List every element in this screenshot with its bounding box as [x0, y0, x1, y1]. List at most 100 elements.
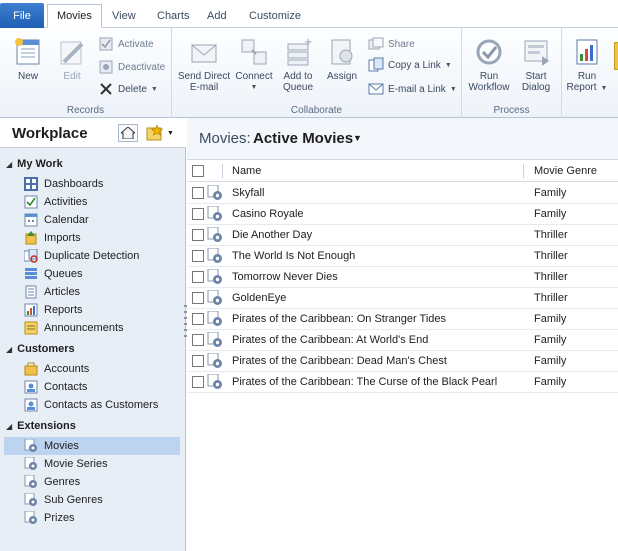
nav-item-contacts[interactable]: Contacts — [4, 378, 180, 396]
nav-item-dashboards[interactable]: Dashboards — [4, 175, 180, 193]
section-customers[interactable]: ◢ Customers — [6, 343, 75, 355]
row-checkbox[interactable] — [192, 292, 204, 304]
table-row[interactable]: Skyfall Family — [187, 183, 618, 204]
nav-item-label: Reports — [44, 304, 83, 316]
table-row[interactable]: Pirates of the Caribbean: Dead Man's Che… — [187, 351, 618, 372]
row-checkbox[interactable] — [192, 376, 204, 388]
cell-name[interactable]: Pirates of the Caribbean: At World's End — [232, 334, 428, 346]
main-content: Movies: Active Movies ▼ Name Movie Genre… — [187, 118, 618, 551]
email-a-link-button[interactable]: E-mail a Link ▼ — [368, 80, 457, 98]
row-checkbox[interactable] — [192, 187, 204, 199]
activate-button[interactable]: Activate — [98, 35, 154, 53]
nav-item-label: Dashboards — [44, 178, 104, 190]
nav-item-movies[interactable]: Movies — [4, 437, 180, 455]
collapse-triangle-icon: ◢ — [6, 344, 13, 354]
view-selector[interactable]: Active Movies — [253, 130, 353, 147]
nav-item-movie-series[interactable]: Movie Series — [4, 455, 180, 473]
tab-file[interactable]: File — [0, 3, 44, 28]
nav-item-label: Movie Series — [44, 458, 108, 470]
row-checkbox[interactable] — [192, 334, 204, 346]
cell-name[interactable]: Die Another Day — [232, 229, 312, 241]
tab-view[interactable]: View — [103, 4, 145, 28]
column-header-movie-genre[interactable]: Movie Genre — [534, 165, 597, 177]
row-checkbox[interactable] — [192, 313, 204, 325]
run-workflow-button[interactable]: Run Workflow — [466, 36, 512, 93]
cell-name[interactable]: Pirates of the Caribbean: On Stranger Ti… — [232, 313, 446, 325]
table-row[interactable]: Pirates of the Caribbean: On Stranger Ti… — [187, 309, 618, 330]
cell-name[interactable]: GoldenEye — [232, 292, 286, 304]
nav-item-label: Calendar — [44, 214, 89, 226]
nav-item-articles[interactable]: Articles — [4, 283, 180, 301]
send-direct-email-button[interactable]: Send Direct E-mail — [176, 36, 232, 93]
row-checkbox[interactable] — [192, 229, 204, 241]
nav-item-imports[interactable]: Imports — [4, 229, 180, 247]
report-icon — [576, 39, 598, 65]
nav-item-prizes[interactable]: Prizes — [4, 509, 180, 527]
nav-item-sub-genres[interactable]: Sub Genres — [4, 491, 180, 509]
home-button[interactable] — [118, 124, 138, 142]
chevron-down-icon: ▼ — [444, 61, 452, 69]
table-row[interactable]: Tomorrow Never Dies Thriller — [187, 267, 618, 288]
delete-button[interactable]: Delete ▼ — [98, 80, 158, 98]
nav-item-accounts[interactable]: Accounts — [4, 360, 180, 378]
duplicate-detection-icon — [24, 249, 38, 263]
chevron-down-icon: ▼ — [250, 84, 258, 91]
table-row[interactable]: GoldenEye Thriller — [187, 288, 618, 309]
tab-customize[interactable]: Customize — [240, 4, 310, 28]
deactivate-button[interactable]: Deactivate — [98, 58, 165, 76]
row-checkbox[interactable] — [192, 355, 204, 367]
cell-movie-genre: Family — [534, 355, 567, 367]
tab-movies[interactable]: Movies — [47, 4, 102, 28]
table-row[interactable]: Die Another Day Thriller — [187, 225, 618, 246]
cell-name[interactable]: Casino Royale — [232, 208, 304, 220]
cell-name[interactable]: Skyfall — [232, 187, 264, 199]
column-separator[interactable] — [523, 164, 524, 178]
nav-item-reports[interactable]: Reports — [4, 301, 180, 319]
column-separator[interactable] — [222, 164, 223, 178]
row-checkbox[interactable] — [192, 271, 204, 283]
nav-item-duplicate-detection[interactable]: Duplicate Detection — [4, 247, 180, 265]
share-button[interactable]: Share — [368, 35, 415, 53]
tab-charts[interactable]: Charts — [148, 4, 198, 28]
cell-movie-genre: Thriller — [534, 292, 568, 304]
row-checkbox[interactable] — [192, 208, 204, 220]
edit-button[interactable]: Edit — [52, 36, 92, 82]
tab-add[interactable]: Add — [198, 4, 236, 28]
movie-entity-icon — [24, 439, 37, 452]
run-report-button[interactable]: Run Report ▼ — [566, 36, 608, 94]
copy-a-link-button[interactable]: Copy a Link ▼ — [368, 56, 452, 74]
table-row[interactable]: Pirates of the Caribbean: At World's End… — [187, 330, 618, 351]
connect-button[interactable]: Connect ▼ — [232, 36, 276, 93]
nav-item-label: Sub Genres — [44, 494, 103, 506]
new-button[interactable]: New — [8, 36, 48, 82]
movie-record-icon — [207, 290, 222, 305]
select-all-checkbox[interactable] — [192, 165, 204, 177]
ribbon-tab-strip: File Movies View Charts Add Customize — [0, 0, 618, 28]
deactivate-label: Deactivate — [118, 61, 166, 73]
ribbon-group-collaborate: Send Direct E-mail Connect ▼ + Add to Qu… — [172, 28, 462, 118]
favorites-button[interactable]: ▼ — [146, 124, 176, 142]
nav-item-activities[interactable]: Activities — [4, 193, 180, 211]
nav-item-queues[interactable]: Queues — [4, 265, 180, 283]
cell-name[interactable]: Pirates of the Caribbean: The Curse of t… — [232, 376, 497, 388]
cell-name[interactable]: The World Is Not Enough — [232, 250, 355, 262]
row-checkbox[interactable] — [192, 250, 204, 262]
chevron-down-icon[interactable]: ▼ — [353, 133, 362, 143]
table-row[interactable]: Pirates of the Caribbean: The Curse of t… — [187, 372, 618, 393]
cell-name[interactable]: Tomorrow Never Dies — [232, 271, 338, 283]
run-workflow-label-2: Workflow — [468, 82, 510, 93]
table-row[interactable]: The World Is Not Enough Thriller — [187, 246, 618, 267]
nav-item-contacts-as-customers[interactable]: Contacts as Customers — [4, 396, 180, 414]
start-dialog-button[interactable]: Start Dialog — [514, 36, 558, 93]
nav-item-calendar[interactable]: Calendar — [4, 211, 180, 229]
assign-button[interactable]: Assign — [322, 36, 362, 82]
section-my-work[interactable]: ◢ My Work — [6, 158, 63, 170]
nav-item-genres[interactable]: Genres — [4, 473, 180, 491]
add-to-queue-button[interactable]: + Add to Queue — [276, 36, 320, 93]
table-row[interactable]: Casino Royale Family — [187, 204, 618, 225]
group-label-records: Records — [66, 105, 105, 116]
nav-item-announcements[interactable]: Announcements — [4, 319, 180, 337]
section-extensions[interactable]: ◢ Extensions — [6, 420, 76, 432]
cell-name[interactable]: Pirates of the Caribbean: Dead Man's Che… — [232, 355, 447, 367]
column-header-name[interactable]: Name — [232, 165, 261, 177]
